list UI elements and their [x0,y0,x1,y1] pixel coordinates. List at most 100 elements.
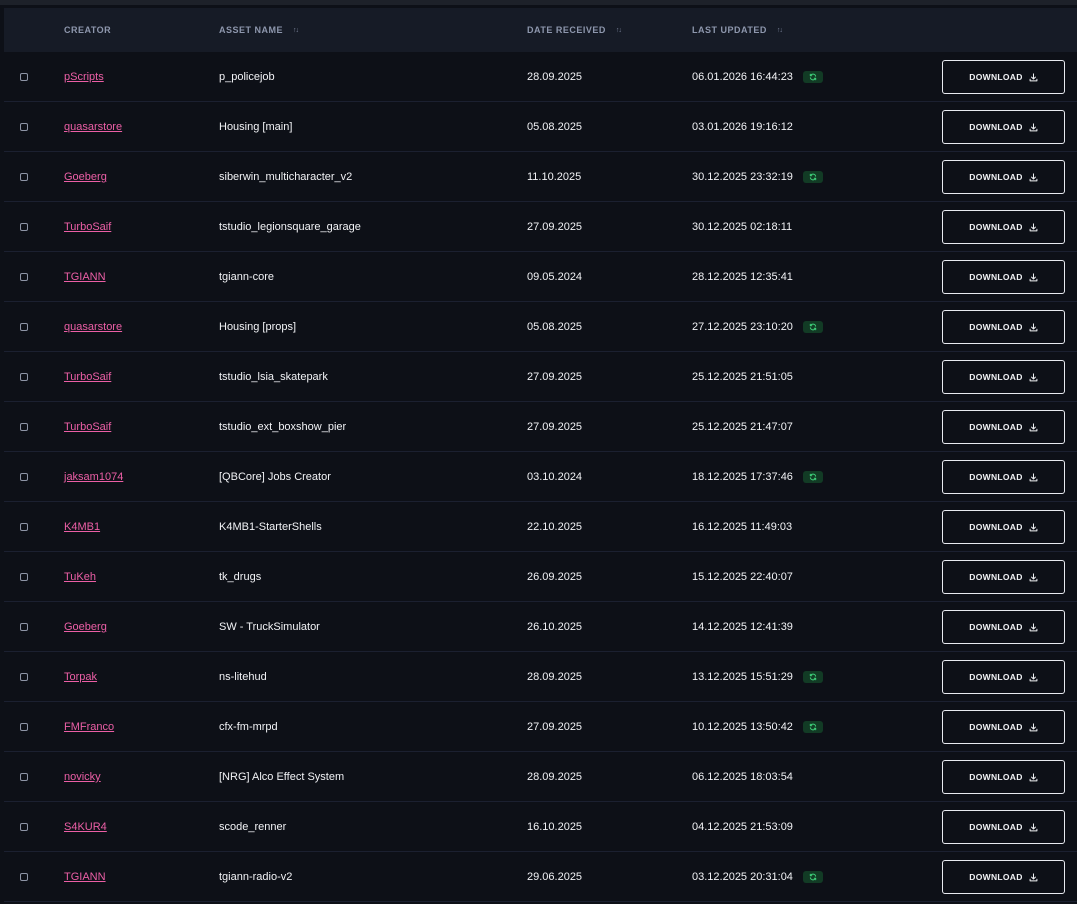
row-checkbox[interactable] [20,773,28,781]
download-icon [1029,772,1038,781]
creator-link[interactable]: TurboSaif [64,371,111,383]
creator-link[interactable]: TGIANN [64,271,106,283]
creator-link[interactable]: TuKeh [64,571,96,583]
creator-link[interactable]: novicky [64,771,101,783]
table-row: pScripts p_policejob 28.09.2025 06.01.2026 … [4,52,1077,102]
asset-name: tgiann-core [219,271,275,283]
row-checkbox[interactable] [20,623,28,631]
creator-cell: TurboSaif [64,352,111,402]
creator-link[interactable]: TurboSaif [64,221,111,233]
creator-link[interactable]: Goeberg [64,621,107,633]
download-button[interactable]: DOWNLOAD [942,360,1065,394]
download-button[interactable]: DOWNLOAD [942,160,1065,194]
sort-arrows-icon[interactable]: ↑↓ [293,27,299,34]
download-button[interactable]: DOWNLOAD [942,310,1065,344]
creator-link[interactable]: TurboSaif [64,421,111,433]
download-button[interactable]: DOWNLOAD [942,460,1065,494]
creator-link[interactable]: Goeberg [64,171,107,183]
date-received-cell: 29.06.2025 [527,852,582,902]
row-checkbox[interactable] [20,123,28,131]
download-icon [1029,322,1038,331]
date-received: 27.09.2025 [527,221,583,233]
last-updated: 06.01.2026 16:44:23 [692,71,793,83]
last-updated: 03.12.2025 20:31:04 [692,871,793,883]
last-updated-cell: 06.12.2025 18:03:54 [692,752,793,802]
download-button[interactable]: DOWNLOAD [942,610,1065,644]
creator-link[interactable]: Torpak [64,671,97,683]
download-icon [1029,472,1038,481]
last-updated: 10.12.2025 13:50:42 [692,721,793,733]
download-button[interactable]: DOWNLOAD [942,660,1065,694]
sync-icon [809,473,817,481]
download-button[interactable]: DOWNLOAD [942,710,1065,744]
creator-link[interactable]: FMFranco [64,721,114,733]
row-checkbox[interactable] [20,473,28,481]
download-button[interactable]: DOWNLOAD [942,210,1065,244]
creator-link[interactable]: K4MB1 [64,521,100,533]
row-checkbox[interactable] [20,673,28,681]
asset-name: scode_renner [219,821,287,833]
row-checkbox[interactable] [20,823,28,831]
creator-link[interactable]: pScripts [64,71,104,83]
download-icon [1029,522,1038,531]
download-button-label: DOWNLOAD [969,72,1023,82]
sync-badge [802,321,823,333]
date-received-cell: 28.09.2025 [527,752,582,802]
creator-cell: Goeberg [64,152,107,202]
table-body: pScripts p_policejob 28.09.2025 06.01.2026 … [4,52,1077,902]
download-button[interactable]: DOWNLOAD [942,560,1065,594]
download-button-label: DOWNLOAD [969,572,1023,582]
header-last-updated[interactable]: LAST UPDATED ↑↓ [692,8,783,52]
row-checkbox[interactable] [20,523,28,531]
last-updated: 03.01.2026 19:16:12 [692,121,793,133]
header-last-updated-label: LAST UPDATED [692,25,767,35]
sort-arrows-icon[interactable]: ↑↓ [616,27,622,34]
row-checkbox[interactable] [20,723,28,731]
asset-name: Housing [props] [219,321,297,333]
last-updated: 25.12.2025 21:47:07 [692,421,793,433]
row-checkbox[interactable] [20,323,28,331]
download-icon [1029,822,1038,831]
creator-link[interactable]: TGIANN [64,871,106,883]
download-button[interactable]: DOWNLOAD [942,60,1065,94]
asset-name-cell: [NRG] Alco Effect System [219,752,344,802]
row-checkbox[interactable] [20,223,28,231]
download-button[interactable]: DOWNLOAD [942,860,1065,894]
header-date-received[interactable]: DATE RECEIVED ↑↓ [527,8,622,52]
creator-link[interactable]: quasarstore [64,121,122,133]
row-checkbox[interactable] [20,873,28,881]
creator-link[interactable]: S4KUR4 [64,821,107,833]
sort-arrows-icon[interactable]: ↑↓ [777,27,783,34]
date-received: 27.09.2025 [527,721,583,733]
date-received: 16.10.2025 [527,821,583,833]
download-button[interactable]: DOWNLOAD [942,410,1065,444]
download-button[interactable]: DOWNLOAD [942,810,1065,844]
creator-link[interactable]: jaksam1074 [64,471,123,483]
row-checkbox[interactable] [20,273,28,281]
row-checkbox[interactable] [20,173,28,181]
row-checkbox[interactable] [20,423,28,431]
date-received-cell: 11.10.2025 [527,152,581,202]
download-button-label: DOWNLOAD [969,522,1023,532]
creator-cell: FMFranco [64,702,114,752]
download-button-label: DOWNLOAD [969,372,1023,382]
last-updated: 25.12.2025 21:51:05 [692,371,793,383]
table-row: quasarstore Housing [main] 05.08.2025 03.01… [4,102,1077,152]
row-checkbox[interactable] [20,573,28,581]
download-button[interactable]: DOWNLOAD [942,760,1065,794]
date-received: 05.08.2025 [527,321,583,333]
asset-name: tstudio_lsia_skatepark [219,371,328,383]
creator-link[interactable]: quasarstore [64,321,122,333]
date-received-cell: 16.10.2025 [527,802,582,852]
header-asset-name[interactable]: ASSET NAME ↑↓ [219,8,299,52]
table-row: Torpak ns-litehud 28.09.2025 13.12.2025 15:… [4,652,1077,702]
row-checkbox[interactable] [20,373,28,381]
download-button[interactable]: DOWNLOAD [942,260,1065,294]
asset-name: tk_drugs [219,571,262,583]
row-checkbox[interactable] [20,73,28,81]
download-button[interactable]: DOWNLOAD [942,510,1065,544]
last-updated-cell: 15.12.2025 22:40:07 [692,552,793,602]
download-button[interactable]: DOWNLOAD [942,110,1065,144]
last-updated: 13.12.2025 15:51:29 [692,671,793,683]
sync-icon [809,673,817,681]
